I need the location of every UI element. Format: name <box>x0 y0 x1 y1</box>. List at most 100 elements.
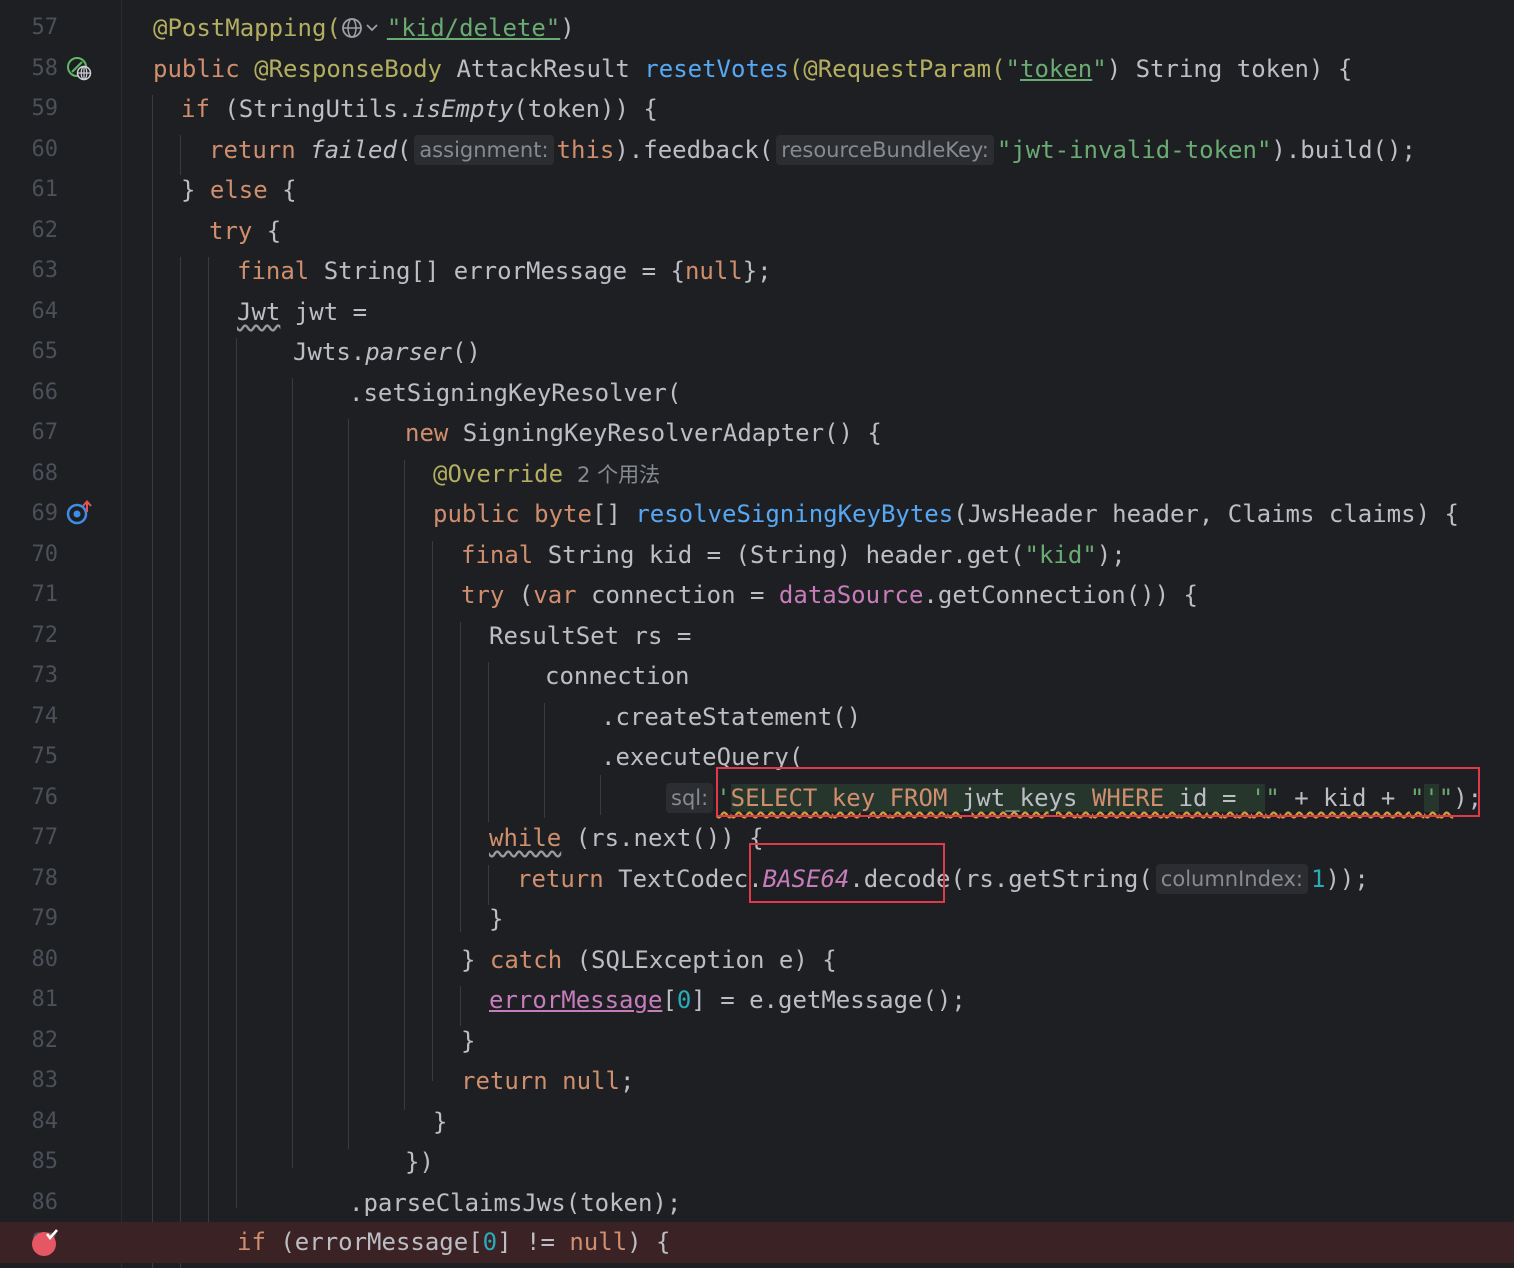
line-number: 74 <box>31 704 59 729</box>
web-endpoint-icon[interactable] <box>66 56 92 82</box>
mapping-path-string[interactable]: "kid/delete" <box>387 14 560 42</box>
code-line-68[interactable]: @Override 2 个用法 <box>122 454 1514 495</box>
code-text: } <box>461 1027 476 1055</box>
line-number: 82 <box>31 1028 59 1053</box>
type-name: AttackResult <box>456 55 630 83</box>
code-text: [] <box>591 500 636 528</box>
type-name: Jwt <box>237 298 281 326</box>
code-text: } <box>489 905 504 933</box>
code-line-63[interactable]: final String[] errorMessage = {null}; <box>122 251 1514 292</box>
code-text: } <box>461 946 490 974</box>
line-number: 70 <box>31 542 59 567</box>
usages-hint[interactable]: 2 个用法 <box>577 463 660 487</box>
code-text: (token)) { <box>513 95 658 123</box>
line-number-gutter[interactable]: 57 58 59 60 61 62 63 64 65 66 67 68 69 7… <box>0 0 122 1268</box>
code-text: connection = <box>576 581 779 609</box>
code-line-72[interactable]: ResultSet rs = <box>122 616 1514 657</box>
keyword: if <box>181 95 210 123</box>
code-text: { <box>267 176 297 204</box>
code-text: (errorMessage[ <box>265 1228 483 1256</box>
code-line-57[interactable]: @PostMapping("kid/delete") <box>122 8 1514 49</box>
code-line-74[interactable]: .createStatement() <box>122 697 1514 738</box>
code-text: .parseClaimsJws(token); <box>349 1189 682 1217</box>
code-text: (StringUtils. <box>209 95 413 123</box>
code-line-85[interactable]: }) <box>122 1142 1514 1183</box>
field-name: dataSource <box>778 581 924 609</box>
code-line-84[interactable]: } <box>122 1102 1514 1143</box>
keyword: null <box>562 1067 620 1095</box>
code-line-60[interactable]: return failed(assignment: this).feedback(… <box>122 130 1514 171</box>
code-line-83[interactable]: return null; <box>122 1061 1514 1102</box>
code-text: .setSigningKeyResolver( <box>349 379 682 407</box>
code-line-64[interactable]: Jwt jwt = <box>122 292 1514 333</box>
method-name[interactable]: resolveSigningKeyBytes <box>635 500 953 528</box>
code-line-66[interactable]: .setSigningKeyResolver( <box>122 373 1514 414</box>
annotation: @ResponseBody <box>254 55 442 83</box>
code-line-67[interactable]: new SigningKeyResolverAdapter() { <box>122 413 1514 454</box>
string: token <box>1020 55 1093 83</box>
keyword: if <box>237 1228 266 1256</box>
line-number: 61 <box>31 177 59 202</box>
line-number: 57 <box>31 15 59 40</box>
code-text: ); <box>1096 541 1126 569</box>
code-line-70[interactable]: final String kid = (String) header.get("… <box>122 535 1514 576</box>
code-line-59[interactable]: if (StringUtils.isEmpty(token)) { <box>122 89 1514 130</box>
keyword: this <box>556 136 615 164</box>
line-number: 83 <box>31 1068 59 1093</box>
line-number: 64 <box>31 299 59 324</box>
code-line-86[interactable]: .parseClaimsJws(token); <box>122 1183 1514 1224</box>
code-line-73[interactable]: connection <box>122 656 1514 697</box>
line-number: 67 <box>31 420 59 445</box>
string: "jwt-invalid-token" <box>996 136 1272 164</box>
code-text: ).build(); <box>1271 136 1416 164</box>
parameter-hint: assignment: <box>414 135 554 165</box>
code-text: ; <box>619 1067 635 1095</box>
static-method: failed <box>310 136 397 164</box>
code-line-79[interactable]: } <box>122 899 1514 940</box>
code-line-82[interactable]: } <box>122 1021 1514 1062</box>
globe-dropdown-icon[interactable] <box>341 16 387 40</box>
string: " <box>1005 55 1020 83</box>
code-editor[interactable]: @PostMapping("kid/delete") public @Respo… <box>122 0 1514 1268</box>
base64-decode-highlight-box <box>749 843 945 903</box>
keyword: catch <box>489 946 563 974</box>
code-text: String kid = (String) header.get( <box>533 541 1025 569</box>
line-number: 76 <box>31 785 59 810</box>
code-line-87-breakpoint[interactable]: if (errorMessage[0] != null) { <box>122 1222 1514 1263</box>
code-line-62[interactable]: try { <box>122 211 1514 252</box>
parameter-hint: columnIndex: <box>1155 864 1308 894</box>
keyword: try <box>461 581 505 609</box>
code-line-80[interactable]: } catch (SQLException e) { <box>122 940 1514 981</box>
code-line-61[interactable]: } else { <box>122 170 1514 211</box>
code-line-69[interactable]: public byte[] resolveSigningKeyBytes(Jws… <box>122 494 1514 535</box>
code-line-71[interactable]: try (var connection = dataSource.getConn… <box>122 575 1514 616</box>
breakpoint-icon[interactable] <box>30 1228 60 1258</box>
keyword: return <box>461 1067 548 1095</box>
code-line-65[interactable]: Jwts.parser() <box>122 332 1514 373</box>
code-text: TextCodec. <box>603 865 763 893</box>
line-number: 79 <box>31 906 59 931</box>
keyword: null <box>569 1228 628 1256</box>
method-name[interactable]: resetVotes <box>644 55 789 83</box>
line-number: 60 <box>31 137 59 162</box>
string: " <box>1092 55 1107 83</box>
line-number: 62 <box>31 218 59 243</box>
number-literal: 0 <box>482 1228 498 1256</box>
keyword: return <box>209 136 296 164</box>
code-text: () <box>451 338 481 366</box>
annotation: (@RequestParam( <box>788 55 1006 83</box>
annotation: @PostMapping( <box>153 14 341 42</box>
code-text: (rs.next()) { <box>561 824 764 852</box>
code-line-81[interactable]: errorMessage[0] = e.getMessage(); <box>122 980 1514 1021</box>
line-number: 75 <box>31 744 59 769</box>
implementing-method-icon[interactable] <box>66 500 92 526</box>
line-number: 63 <box>31 258 59 283</box>
line-number: 71 <box>31 582 59 607</box>
static-method: parser <box>365 338 452 366</box>
line-number: 86 <box>31 1190 59 1215</box>
line-number: 85 <box>31 1149 59 1174</box>
code-text: ] != <box>497 1228 570 1256</box>
code-line-58[interactable]: public @ResponseBody AttackResult resetV… <box>122 49 1514 90</box>
line-number: 84 <box>31 1109 59 1134</box>
keyword: final <box>461 541 534 569</box>
